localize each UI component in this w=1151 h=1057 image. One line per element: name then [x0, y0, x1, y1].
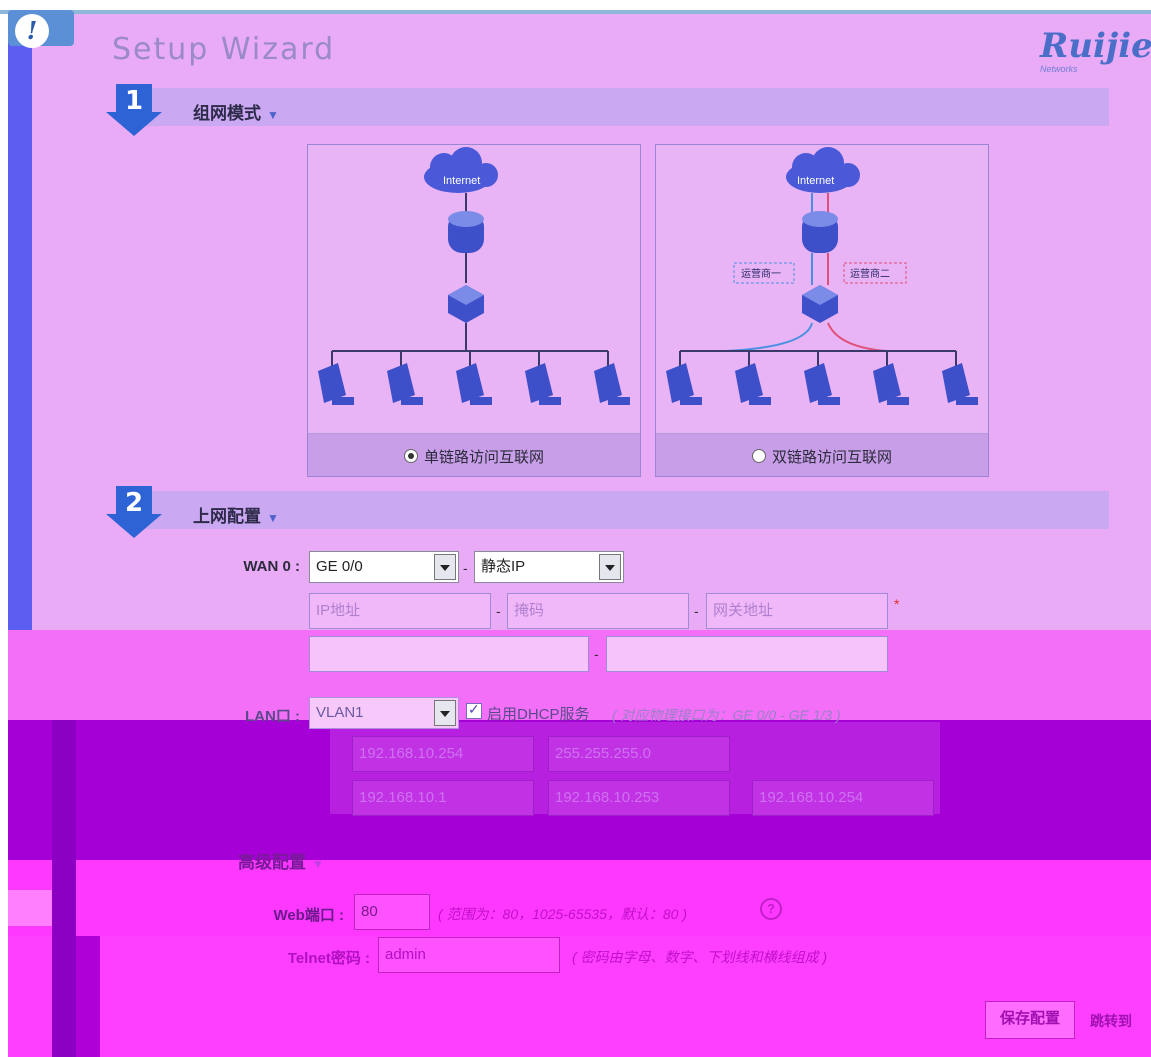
setup-wizard-page: ! Setup Wizard Ruijie Networks 1 组网模式 ▼ I… [0, 0, 1151, 1057]
web-port-input[interactable]: 80 [354, 894, 430, 930]
cloud-label: Internet [797, 175, 834, 187]
wan-port-value: GE 0/0 [316, 558, 363, 575]
dhcp-pool-start-value: 192.168.10.1 [359, 789, 447, 806]
bg-left-stripe [52, 720, 76, 1057]
router-icon [448, 211, 484, 253]
separator-dash: - [463, 560, 468, 576]
switch-icon [448, 285, 484, 323]
dhcp-dns-value: 192.168.10.254 [759, 789, 864, 806]
option-single-label: 单链路访问互联网 [423, 449, 544, 466]
telnet-password-input[interactable]: admin [378, 937, 560, 973]
option-dual-label: 双链路访问互联网 [771, 449, 892, 466]
lan-ip-input[interactable]: 192.168.10.254 [352, 736, 534, 772]
wan-mode-select[interactable]: 静态IP [474, 551, 624, 583]
lan-ip-value: 192.168.10.254 [359, 745, 464, 762]
caret-down-icon: ▼ [312, 857, 324, 871]
left-sidebar [8, 40, 32, 630]
wan-port-select[interactable]: GE 0/0 [309, 551, 459, 583]
web-port-label: Web端口 : [273, 907, 344, 924]
wan-dns1-input[interactable] [309, 636, 589, 672]
dhcp-label: 启用DHCP服务 [487, 706, 590, 723]
wan-mask-placeholder: 掩码 [514, 602, 545, 619]
telnet-password-label: Telnet密码 : [287, 950, 370, 967]
option-dual-footer: 双链路访问互联网 [656, 433, 988, 476]
section-2-title[interactable]: 上网配置 ▼ [193, 502, 279, 527]
single-link-topology-diagram: Internet [318, 147, 630, 405]
wan-gateway-input[interactable]: 网关地址 [706, 593, 888, 629]
dhcp-note: ( 对应物理接口为：GE 0/0 - GE 1/3 ) [612, 707, 841, 723]
section-1-label: 组网模式 [193, 104, 261, 123]
help-icon[interactable]: ? [760, 898, 782, 920]
dropdown-arrow-icon[interactable] [599, 554, 621, 580]
step-1-number: 1 [124, 86, 144, 116]
radio-single-selected[interactable] [403, 449, 418, 463]
lan-vlan-value: VLAN1 [316, 704, 364, 721]
wan-ip-input[interactable]: IP地址 [309, 593, 491, 629]
computer-icons [666, 351, 978, 405]
radio-dual-row[interactable]: 双链路访问互联网 [656, 446, 988, 467]
lan-mask-input[interactable]: 255.255.255.0 [548, 736, 730, 772]
dhcp-checkbox[interactable] [466, 701, 482, 719]
top-border [0, 10, 1151, 14]
radio-single-row[interactable]: 单链路访问互联网 [308, 446, 640, 467]
switch-icon [802, 285, 838, 323]
router-icon [802, 211, 838, 253]
bg-band-lower [8, 860, 1151, 936]
brand-subtitle: Networks [1040, 64, 1078, 74]
cloud-icon: Internet [786, 147, 860, 193]
cloud-icon: Internet [424, 147, 498, 193]
step-2-number: 2 [124, 488, 144, 518]
required-marker: * [894, 596, 900, 612]
section-1-title[interactable]: 组网模式 ▼ [193, 99, 279, 124]
dhcp-dns-input[interactable]: 192.168.10.254 [752, 780, 934, 816]
computer-icons [318, 351, 630, 405]
web-port-note: ( 范围为：80，1025-65535，默认：80 ) [438, 906, 687, 922]
wan-ip-placeholder: IP地址 [316, 602, 361, 619]
telnet-password-value: admin [385, 946, 426, 963]
wan-label: WAN 0 : [243, 558, 300, 575]
option-single-footer: 单链路访问互联网 [308, 433, 640, 476]
dropdown-arrow-icon[interactable] [434, 554, 456, 580]
dhcp-pool-start-input[interactable]: 192.168.10.1 [352, 780, 534, 816]
cloud-label: Internet [443, 175, 480, 187]
separator-dash: - [694, 603, 699, 619]
isp-one-label: 运营商一 [741, 267, 781, 280]
wan-gateway-placeholder: 网关地址 [713, 602, 774, 619]
separator-dash: - [594, 646, 599, 662]
telnet-password-note: ( 密码由字母、数字、下划线和横线组成 ) [572, 949, 828, 965]
lan-vlan-select[interactable]: VLAN1 [309, 697, 459, 729]
wan-mask-input[interactable]: 掩码 [507, 593, 689, 629]
lan-mask-value: 255.255.255.0 [555, 745, 651, 762]
section-header-internet-config [136, 491, 1109, 529]
section-3-title[interactable]: 高级配置 ▼ [238, 848, 324, 873]
section-2-label: 上网配置 [193, 507, 261, 526]
bg-left-stripe-2 [76, 936, 100, 1057]
wan-mode-value: 静态IP [481, 558, 526, 575]
radio-dual[interactable] [751, 449, 766, 463]
jump-to-link[interactable]: 跳转到 [1090, 1011, 1132, 1031]
dhcp-pool-end-value: 192.168.10.253 [555, 789, 660, 806]
page-title: Setup Wizard [112, 32, 336, 67]
wan-dns2-input[interactable] [606, 636, 888, 672]
brand-logo: Ruijie [1040, 26, 1151, 66]
save-config-button[interactable]: 保存配置 [985, 1001, 1075, 1039]
dhcp-pool-end-input[interactable]: 192.168.10.253 [548, 780, 730, 816]
exclamation-icon: ! [15, 14, 49, 48]
caret-down-icon: ▼ [267, 511, 279, 525]
isp-two-label: 运营商二 [850, 267, 890, 280]
lan-label: LAN口 : [245, 708, 300, 725]
dropdown-arrow-icon[interactable] [434, 700, 456, 726]
caret-down-icon: ▼ [267, 108, 279, 122]
dual-link-topology-diagram: Internet 运营商一 运营商二 [666, 147, 978, 405]
web-port-value: 80 [361, 903, 378, 920]
bg-band-white-step [8, 890, 52, 926]
topology-card-dual[interactable]: Internet 运营商一 运营商二 双链路访问互联网 [655, 144, 989, 477]
section-header-network-mode [136, 88, 1109, 126]
separator-dash: - [496, 603, 501, 619]
section-3-label: 高级配置 [238, 853, 306, 872]
topology-card-single[interactable]: Internet 单链路访问互联网 [307, 144, 641, 477]
